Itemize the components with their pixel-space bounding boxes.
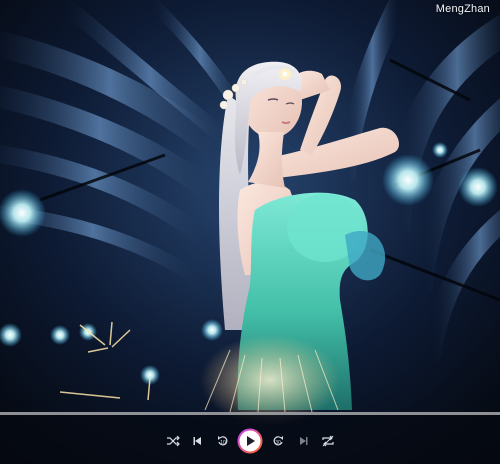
previous-icon <box>193 437 201 445</box>
video-frame[interactable] <box>0 0 500 464</box>
repeat-icon <box>321 435 334 447</box>
play-button[interactable] <box>237 428 263 454</box>
forward-button[interactable]: 30 <box>266 429 290 453</box>
svg-text:10: 10 <box>220 440 226 446</box>
previous-button[interactable] <box>186 429 210 453</box>
seek-bar[interactable] <box>0 412 500 415</box>
video-player[interactable]: MengZhan 10 30 <box>0 0 500 464</box>
video-scene <box>0 0 500 464</box>
svg-text:30: 30 <box>275 440 281 446</box>
watermark-label: MengZhan <box>435 3 490 15</box>
shuffle-button[interactable] <box>161 429 185 453</box>
forward-icon: 30 <box>273 436 283 446</box>
rewind-button[interactable]: 10 <box>211 429 235 453</box>
next-button[interactable] <box>291 429 315 453</box>
shuffle-icon <box>166 435 180 447</box>
play-icon <box>237 428 263 454</box>
repeat-button[interactable] <box>316 429 340 453</box>
playback-control-bar: 10 30 <box>0 412 500 464</box>
next-icon <box>299 437 307 445</box>
playback-controls: 10 30 <box>0 428 500 454</box>
rewind-icon: 10 <box>217 436 227 446</box>
